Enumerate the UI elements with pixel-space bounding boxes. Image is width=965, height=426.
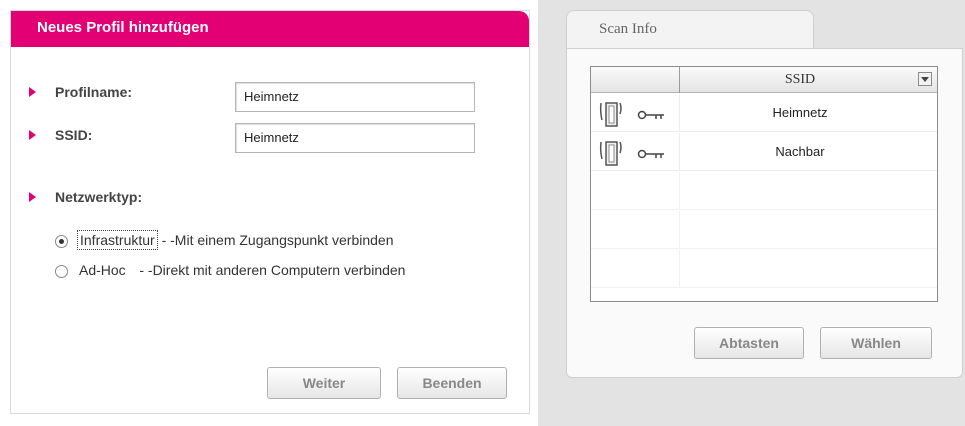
adhoc-option[interactable]: Ad-Hoc - -Direkt mit anderen Computern v…	[77, 262, 405, 278]
adhoc-desc: - -Direkt mit anderen Computern verbinde…	[127, 262, 406, 278]
infrastructure-radio[interactable]	[55, 235, 68, 248]
infrastructure-option[interactable]: Infrastruktur - -Mit einem Zugangspunkt …	[77, 230, 394, 250]
table-header: SSID	[591, 67, 937, 93]
scan-button[interactable]: Abtasten	[694, 327, 804, 359]
scan-info-body: SSID Heimnetz Nachbar Abtasten Wählen	[566, 48, 963, 378]
infrastructure-desc: - -Mit einem Zugangspunkt verbinden	[157, 232, 394, 248]
tab-scan-info[interactable]: Scan Info	[566, 10, 814, 50]
table-row[interactable]: Heimnetz	[591, 94, 937, 132]
empty-row	[591, 211, 937, 249]
add-profile-panel: Neues Profil hinzufügen Profilname: Heim…	[10, 10, 530, 414]
empty-row	[591, 172, 937, 210]
next-button[interactable]: Weiter	[267, 367, 381, 399]
cell-divider	[679, 172, 680, 210]
panel-header: Neues Profil hinzufügen	[11, 11, 529, 47]
chevron-down-icon[interactable]	[918, 72, 932, 86]
ssid-input[interactable]: Heimnetz	[235, 123, 475, 153]
profile-name-input[interactable]: Heimnetz	[235, 82, 475, 112]
adhoc-radio[interactable]	[55, 265, 68, 278]
select-button[interactable]: Wählen	[820, 327, 932, 359]
ssid-label: SSID:	[55, 127, 93, 143]
profile-name-label: Profilname:	[55, 84, 133, 100]
row-icons	[599, 100, 675, 128]
key-icon	[637, 110, 664, 120]
empty-row	[591, 250, 937, 288]
network-ssid: Nachbar	[775, 144, 825, 159]
key-icon	[637, 149, 664, 159]
cell-divider	[679, 250, 680, 288]
network-list[interactable]: SSID Heimnetz Nachbar	[590, 66, 938, 302]
ssid-column-header[interactable]: SSID	[680, 72, 920, 88]
bullet-icon	[29, 130, 36, 140]
tab-scan-info-label: Scan Info	[599, 21, 657, 37]
table-row[interactable]: Nachbar	[591, 133, 937, 171]
wifi-signal-icon	[599, 141, 622, 166]
bullet-icon	[29, 192, 36, 202]
bullet-icon	[29, 87, 36, 97]
row-icons	[599, 139, 675, 167]
network-ssid: Heimnetz	[772, 105, 828, 120]
infrastructure-label: Infrastruktur	[77, 230, 158, 250]
scan-info-panel: Scan Info SSID Heimnetz Nachbar Abtasten…	[538, 0, 965, 426]
network-type-label: Netzwerktyp:	[55, 189, 143, 205]
cell-divider	[679, 211, 680, 249]
panel-title: Neues Profil hinzufügen	[37, 19, 209, 36]
adhoc-label: Ad-Hoc	[79, 262, 126, 278]
wifi-signal-icon	[599, 102, 622, 127]
finish-button[interactable]: Beenden	[397, 367, 507, 399]
